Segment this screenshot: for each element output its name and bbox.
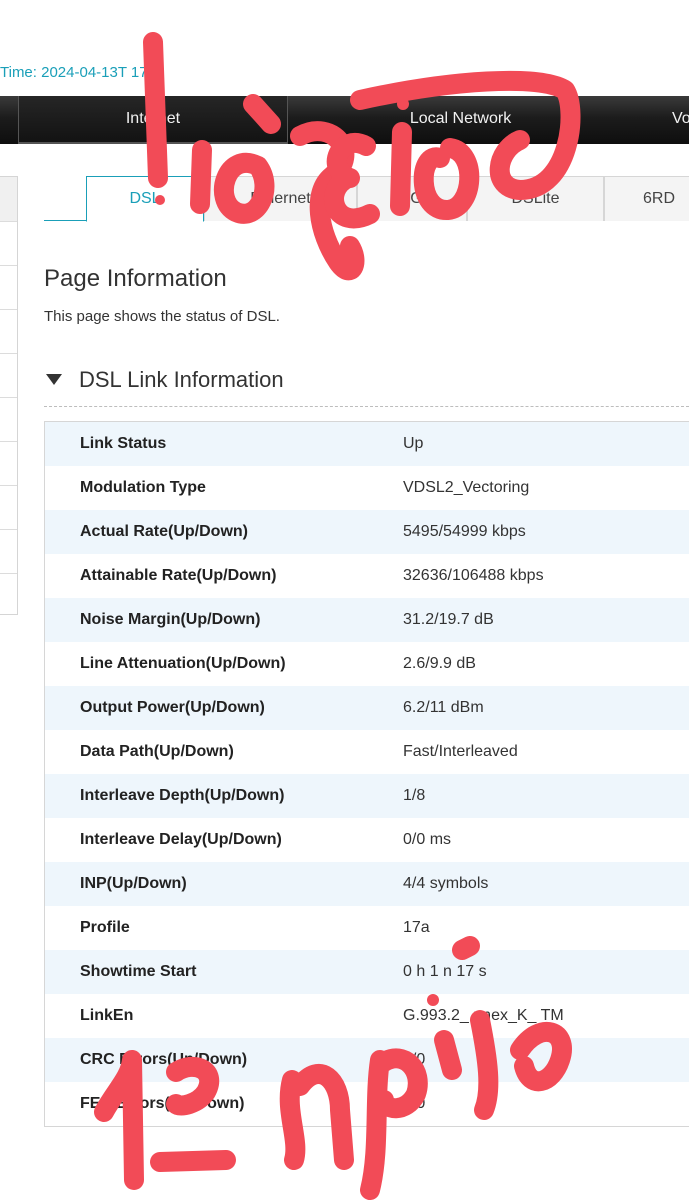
side-menu-item[interactable] bbox=[0, 529, 17, 530]
row-value: 1/8 bbox=[403, 787, 426, 804]
tab-6rd[interactable]: 6RD bbox=[604, 176, 689, 221]
table-row: Actual Rate(Up/Down) 5495/54999 kbps bbox=[45, 510, 689, 554]
row-label: Profile bbox=[80, 919, 130, 936]
table-row: Data Path(Up/Down) Fast/Interleaved bbox=[45, 730, 689, 774]
row-value: 2.6/9.9 dB bbox=[403, 655, 476, 672]
side-menu-item[interactable] bbox=[0, 485, 17, 486]
side-menu-item[interactable] bbox=[0, 441, 17, 442]
collapse-triangle-icon[interactable] bbox=[46, 374, 62, 385]
nav-item-internet[interactable]: Internet bbox=[19, 96, 287, 144]
system-time: Time: 2024-04-13T 17 bbox=[0, 64, 148, 81]
row-value: 6.2/11 dBm bbox=[403, 699, 484, 716]
nav-item-voip[interactable]: Vo bbox=[640, 96, 689, 144]
row-label: Noise Margin(Up/Down) bbox=[80, 611, 261, 628]
row-label: Actual Rate(Up/Down) bbox=[80, 523, 248, 540]
side-menu-item[interactable] bbox=[0, 221, 17, 222]
row-label: Attainable Rate(Up/Down) bbox=[80, 567, 277, 584]
side-menu-item[interactable] bbox=[0, 353, 17, 354]
row-value: 0/0 ms bbox=[403, 831, 452, 848]
row-value: 0 h 1 n 17 s bbox=[403, 963, 487, 980]
row-value: 5495/54999 kbps bbox=[403, 523, 526, 540]
main-nav-bar: Internet Local Network Vo bbox=[0, 96, 689, 144]
row-label: LinkEn bbox=[80, 1007, 134, 1024]
table-row: Output Power(Up/Down) 6.2/11 dBm bbox=[45, 686, 689, 730]
row-value: 31.2/19.7 dB bbox=[403, 611, 494, 628]
row-label: Link Status bbox=[80, 435, 167, 452]
row-label: Output Power(Up/Down) bbox=[80, 699, 265, 716]
row-value: G.993.2_ nnex_K_ TM bbox=[403, 1007, 564, 1024]
row-label: Data Path(Up/Down) bbox=[80, 743, 234, 760]
table-row: Interleave Depth(Up/Down) 1/8 bbox=[45, 774, 689, 818]
table-row: FEC Errors(Up/Down) 0/0 bbox=[45, 1082, 689, 1126]
row-value: Up bbox=[403, 435, 424, 452]
row-label: Modulation Type bbox=[80, 479, 206, 496]
tab-dsl[interactable]: DSL bbox=[86, 176, 204, 222]
table-row: CRC Errors(Up/Down) 0/0 bbox=[45, 1038, 689, 1082]
row-label: INP(Up/Down) bbox=[80, 875, 187, 892]
section-title: DSL Link Information bbox=[79, 367, 284, 392]
nav-item-local-network[interactable]: Local Network bbox=[288, 96, 633, 144]
table-row: Noise Margin(Up/Down) 31.2/19.7 dB bbox=[45, 598, 689, 642]
row-value: VDSL2_Vectoring bbox=[403, 479, 530, 496]
row-value: 0/0 bbox=[403, 1051, 426, 1068]
table-row: LinkEn G.993.2_ nnex_K_ TM bbox=[45, 994, 689, 1038]
tab-3g[interactable]: 3G bbox=[357, 176, 467, 221]
dsl-info-table: Link Status Up Modulation Type VDSL2_Vecto… bbox=[44, 421, 689, 1127]
tab-bar: DSL Ethernet 3G DSLite 6RD bbox=[44, 176, 689, 222]
row-value: 4/4 symbols bbox=[403, 875, 489, 892]
row-value: 32636/106488 kbps bbox=[403, 567, 544, 584]
nav-item-prev[interactable] bbox=[0, 96, 18, 144]
side-menu-item[interactable] bbox=[0, 573, 17, 574]
side-menu-header bbox=[0, 177, 17, 221]
row-label: Line Attenuation(Up/Down) bbox=[80, 655, 286, 672]
row-label: Interleave Depth(Up/Down) bbox=[80, 787, 285, 804]
page-title: Page Information bbox=[44, 265, 227, 292]
page-description: This page shows the status of DSL. bbox=[44, 308, 280, 325]
tab-dslite[interactable]: DSLite bbox=[467, 176, 604, 221]
row-value: 17a bbox=[403, 919, 430, 936]
table-row: INP(Up/Down) 4/4 symbols bbox=[45, 862, 689, 906]
table-row: Profile 17a bbox=[45, 906, 689, 950]
side-menu bbox=[0, 176, 18, 615]
tab-ethernet[interactable]: Ethernet bbox=[204, 176, 357, 221]
table-row: Interleave Delay(Up/Down) 0/0 ms bbox=[45, 818, 689, 862]
table-row: Showtime Start 0 h 1 n 17 s bbox=[45, 950, 689, 994]
row-value: Fast/Interleaved bbox=[403, 743, 518, 760]
row-label: Interleave Delay(Up/Down) bbox=[80, 831, 282, 848]
row-label: CRC Errors(Up/Down) bbox=[80, 1051, 248, 1068]
table-row: Attainable Rate(Up/Down) 32636/106488 kbp… bbox=[45, 554, 689, 598]
side-menu-item[interactable] bbox=[0, 309, 17, 310]
table-row: Link Status Up bbox=[45, 422, 689, 466]
row-value: 0/0 bbox=[403, 1095, 426, 1112]
table-row: Modulation Type VDSL2_Vectoring bbox=[45, 466, 689, 510]
dsl-link-section-header[interactable]: DSL Link Information bbox=[44, 366, 689, 407]
row-label: FEC Errors(Up/Down) bbox=[80, 1095, 245, 1112]
side-menu-item[interactable] bbox=[0, 397, 17, 398]
side-menu-item[interactable] bbox=[0, 265, 17, 266]
table-row: Line Attenuation(Up/Down) 2.6/9.9 dB bbox=[45, 642, 689, 686]
row-label: Showtime Start bbox=[80, 963, 197, 980]
